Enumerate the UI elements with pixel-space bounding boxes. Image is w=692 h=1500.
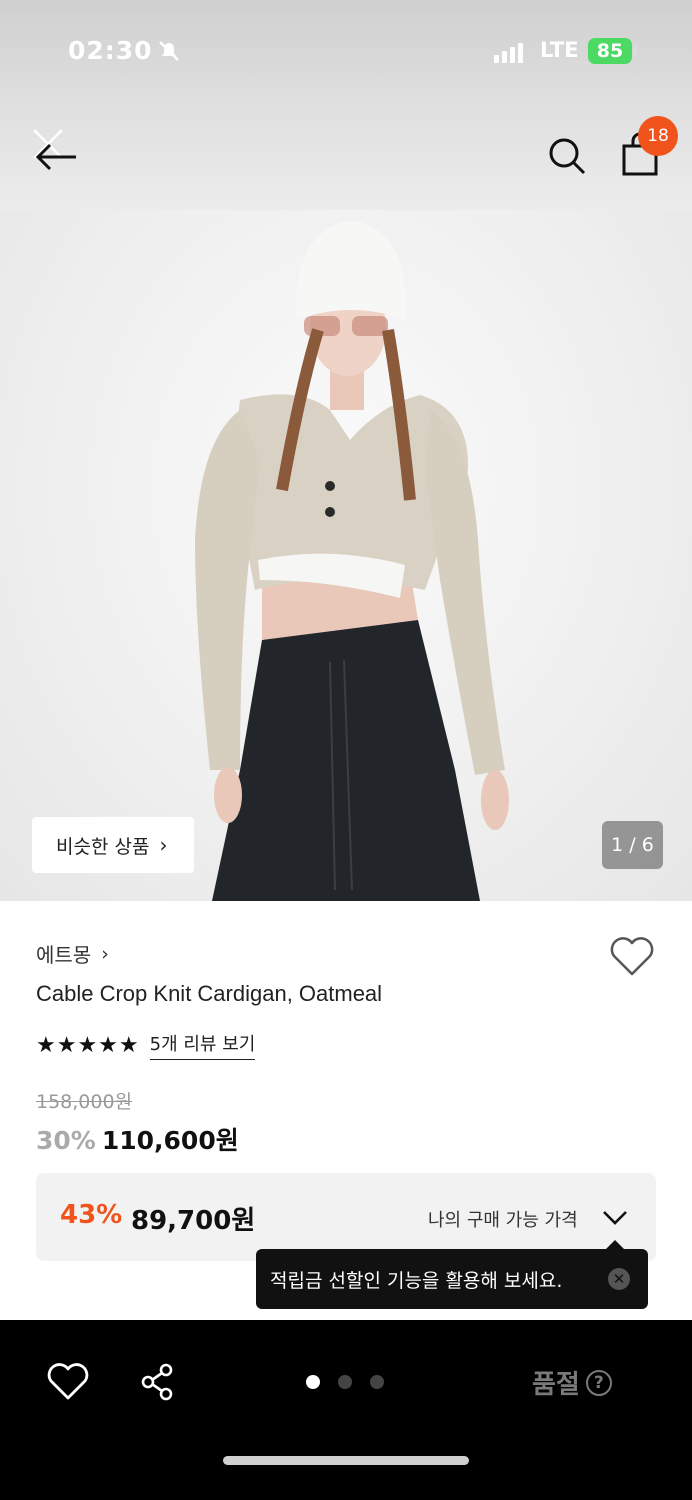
top-bar: 02:30 LTE 85 18 [0,0,692,210]
close-icon[interactable]: ✕ [608,1268,630,1290]
my-price-percent: 43% [60,1200,123,1230]
share-icon[interactable] [138,1362,178,1402]
battery-icon: 85 [588,38,632,64]
original-price: 158,000원 [36,1091,133,1113]
product-title: Cable Crop Knit Cardigan, Oatmeal [36,981,383,1006]
tooltip-text: 적립금 선할인 기능을 활용해 보세요. [270,1269,563,1292]
bell-slash-icon [159,41,179,61]
my-price-label: 나의 구매 가능 가격 [428,1210,578,1231]
my-price-value: 89,700원 [131,1206,256,1236]
brand-name: 에트몽 [36,943,92,967]
chevron-right-icon: › [101,942,109,965]
home-indicator [223,1456,469,1465]
reviews-link[interactable]: 5개 리뷰 보기 [149,1030,256,1060]
chevron-right-icon: › [159,833,168,857]
sale-price: 110,600원 [101,1126,239,1155]
bottom-bar: 품절 ? [0,1320,692,1500]
similar-products-label: 비슷한 상품 [56,835,150,858]
model-photo [195,220,509,901]
heart-icon[interactable] [608,934,656,978]
heart-icon[interactable] [46,1362,90,1402]
sold-out-label: 품절 [532,1370,580,1400]
brand-link[interactable]: 에트몽 › [36,939,109,968]
star-rating: ★★★★★ [36,1032,140,1058]
signal-icon [494,41,523,63]
help-icon[interactable]: ? [585,1369,612,1396]
product-image[interactable]: 비슷한 상품 › 1 / 6 [0,210,692,901]
rating-row: ★★★★★ 5개 리뷰 보기 [36,1030,256,1060]
similar-products-button[interactable]: 비슷한 상품 › [32,817,194,873]
tooltip: 적립금 선할인 기능을 활용해 보세요. [256,1249,648,1309]
page-dot[interactable] [306,1375,320,1389]
battery-cap [634,46,637,56]
sold-out-status: 품절 ? [532,1364,612,1401]
back-arrow-icon[interactable] [28,124,84,180]
page-dots [306,1375,384,1389]
image-counter: 1 / 6 [602,821,663,869]
page-dot[interactable] [370,1375,384,1389]
cart-count-badge: 18 [638,116,678,156]
chevron-down-icon[interactable] [602,1208,628,1226]
network-label: LTE [540,38,579,62]
sale-percent: 30% [36,1126,96,1155]
search-icon[interactable] [544,133,590,179]
page-dot[interactable] [338,1375,352,1389]
my-price-box[interactable]: 43% 89,700원 나의 구매 가능 가격 [36,1173,656,1261]
sale-price-row: 30% 110,600원 [36,1121,239,1157]
status-time: 02:30 [68,36,153,65]
